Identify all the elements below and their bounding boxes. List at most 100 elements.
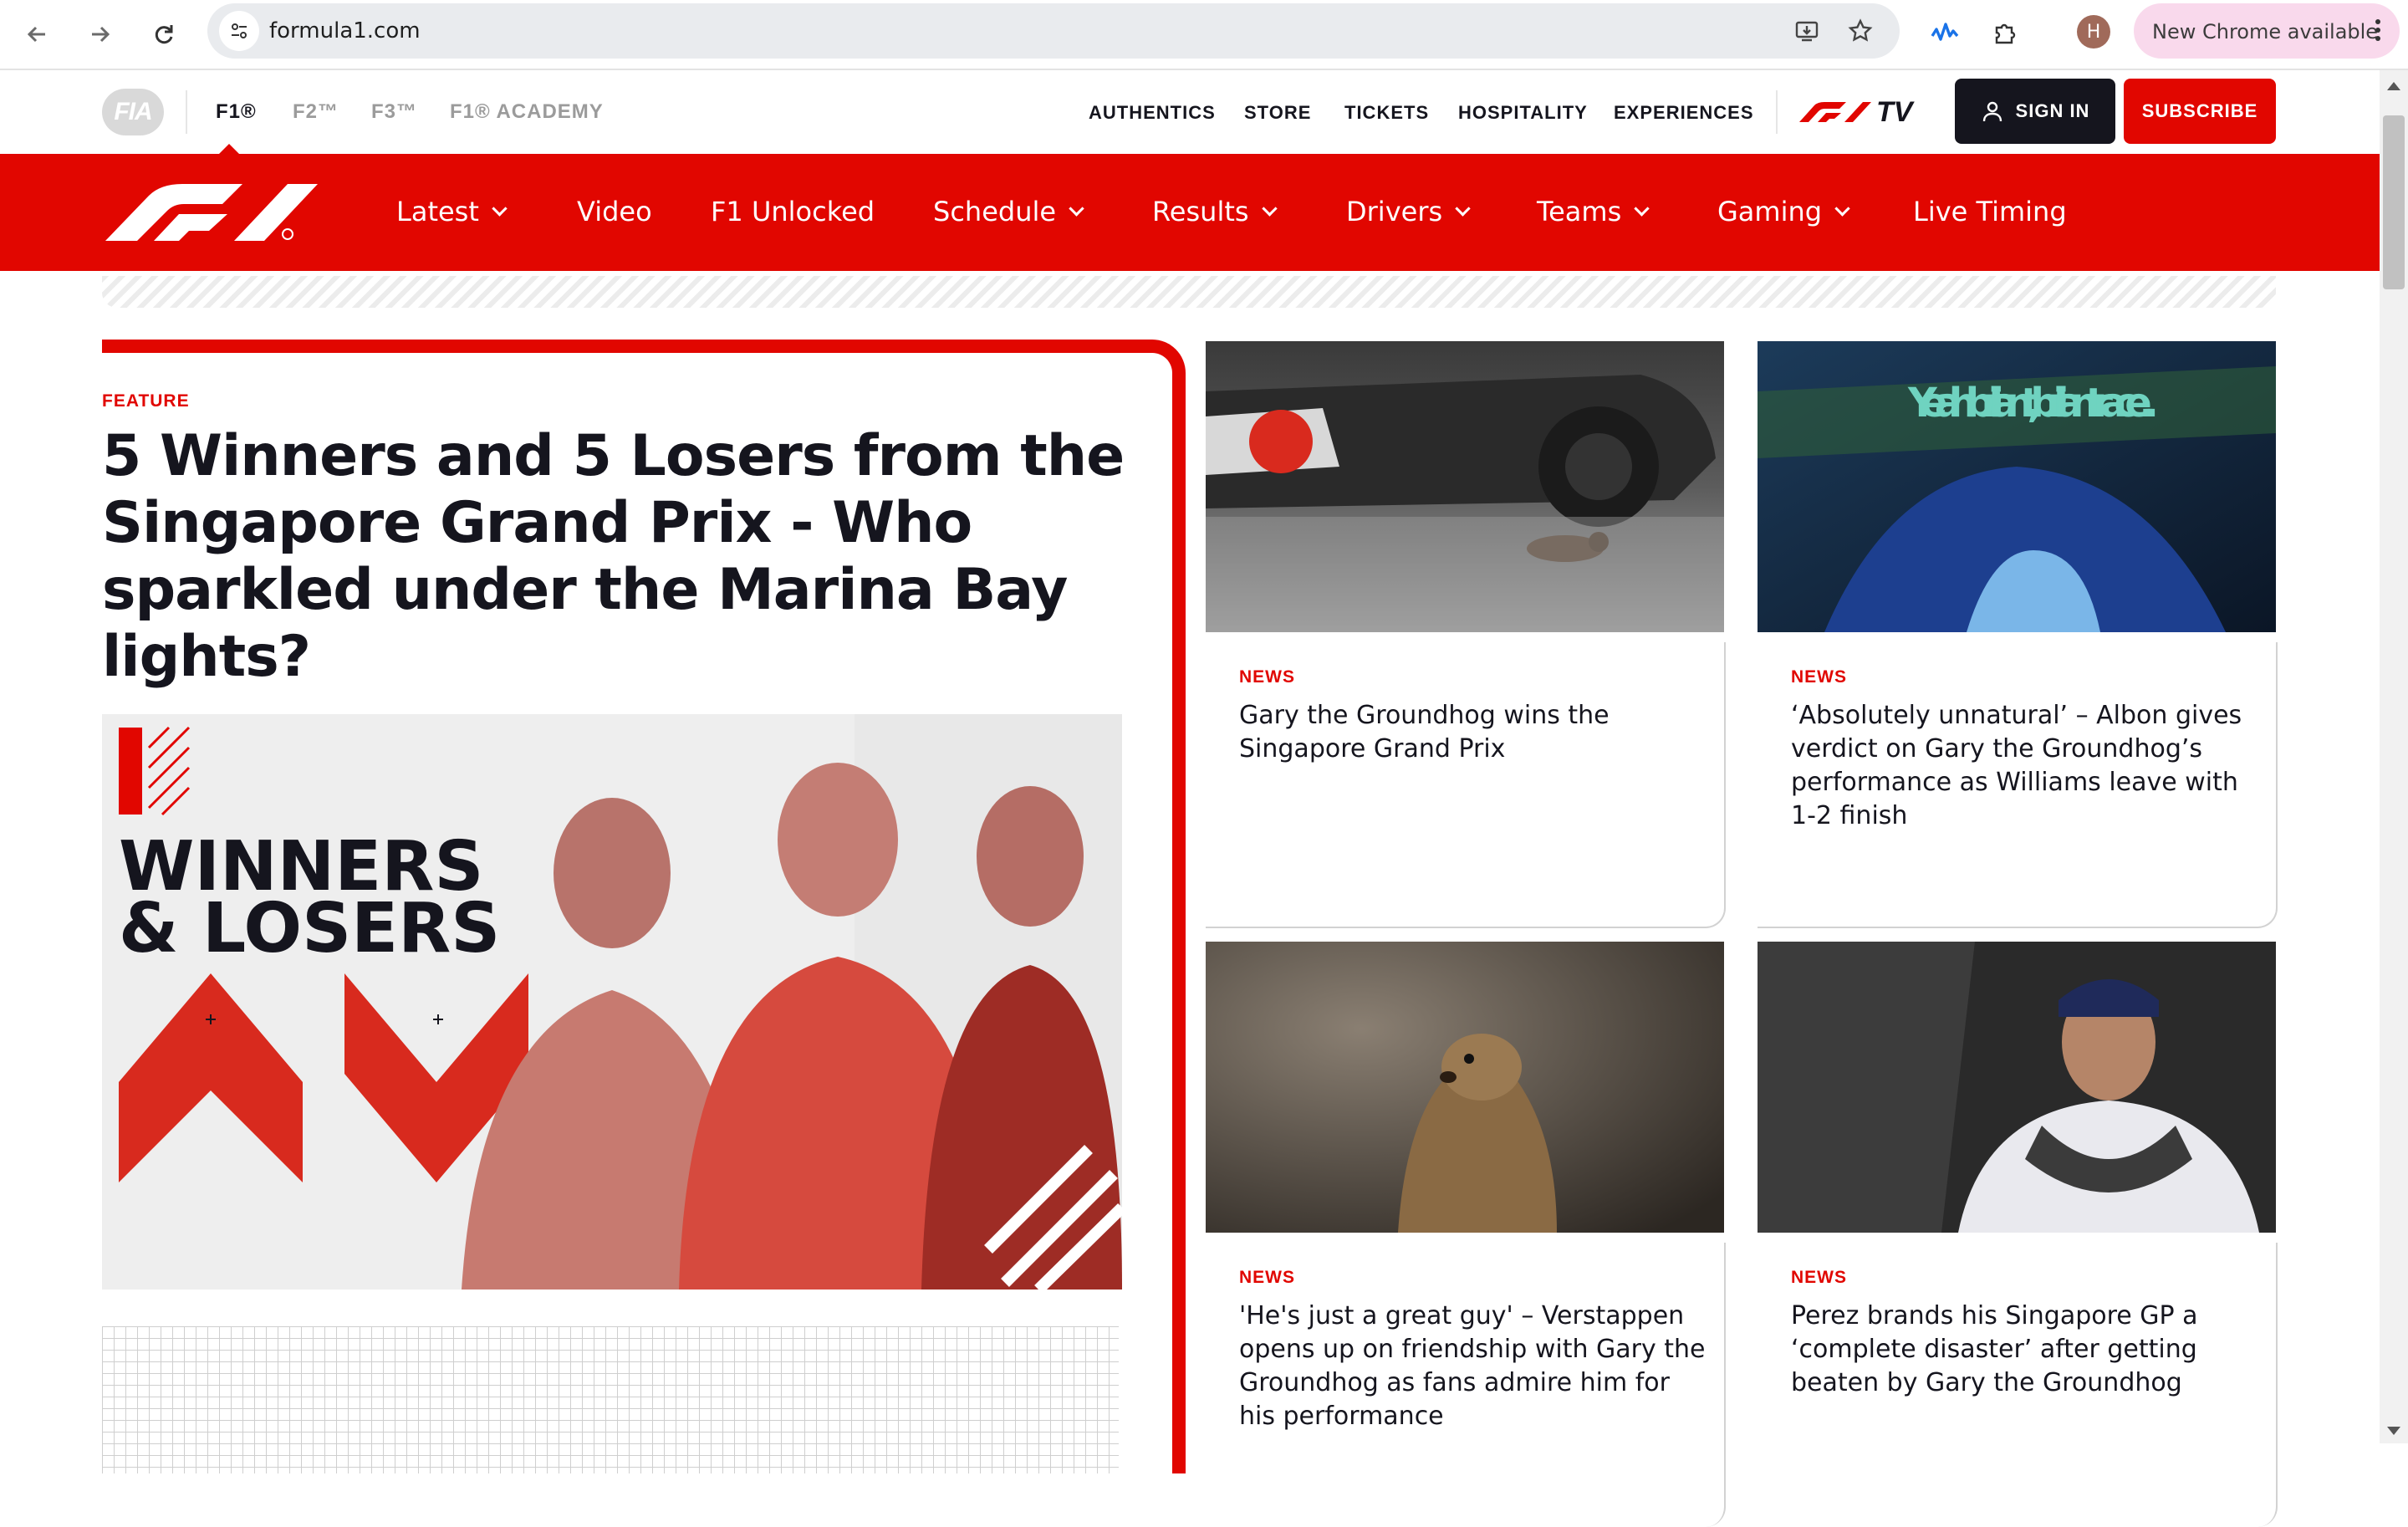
chevron-down-icon [1834, 200, 1850, 217]
news-card-body: NEWS Gary the Groundhog wins the Singapo… [1206, 642, 1726, 928]
scroll-down-arrow-icon[interactable] [2387, 1427, 2400, 1435]
scroll-thumb[interactable] [2383, 115, 2405, 289]
tune-icon [232, 23, 247, 38]
url-text[interactable]: formula1.com [269, 18, 421, 43]
puzzle-icon [1995, 23, 2016, 44]
menu-latest[interactable]: Latest [396, 196, 508, 227]
chevron-down-icon [1455, 200, 1471, 217]
groundhog-photo [1206, 942, 1724, 1233]
menu-live-timing[interactable]: Live Timing [1913, 196, 2067, 227]
news-headline[interactable]: ‘Absolutely unnatural’ – Albon gives ver… [1791, 699, 2259, 833]
menu-schedule[interactable]: Schedule [933, 196, 1084, 227]
forward-button[interactable] [80, 14, 120, 54]
chevron-down-icon [1069, 200, 1084, 217]
series-tab-f1[interactable]: F1® [216, 100, 257, 124]
news-card-image[interactable] [1206, 942, 1724, 1233]
f1tv-label: TV [1876, 95, 1913, 128]
menu-teams-label: Teams [1537, 196, 1622, 227]
feature-headline[interactable]: 5 Winners and 5 Losers from the Singapor… [102, 423, 1130, 691]
f1tv-link[interactable]: TV [1796, 92, 1912, 132]
chevron-down-icon [1261, 200, 1278, 217]
news-card[interactable]: Yeah brilliant, brilliant race... NEWS ‘… [1758, 341, 2278, 928]
new-chrome-label: New Chrome available [2152, 20, 2379, 43]
divider [1776, 90, 1778, 134]
bookmark-button[interactable] [1843, 13, 1878, 49]
news-card-image[interactable]: Yeah brilliant, brilliant race... [1758, 341, 2276, 632]
page-scrollbar[interactable] [2380, 70, 2408, 1443]
sign-in-button[interactable]: SIGN IN [1955, 79, 2115, 144]
reload-button[interactable] [144, 14, 184, 54]
back-arrow-icon [27, 26, 45, 43]
series-tab-f3[interactable]: F3™ [371, 100, 417, 124]
news-headline[interactable]: 'He's just a great guy' – Verstappen ope… [1239, 1300, 1707, 1433]
new-chrome-available-button[interactable]: New Chrome available [2134, 3, 2400, 59]
menu-gaming[interactable]: Gaming [1717, 196, 1850, 227]
news-card[interactable]: NEWS Perez brands his Singapore GP a ‘co… [1758, 942, 2278, 1527]
news-card-image[interactable] [1758, 942, 2276, 1233]
menu-teams[interactable]: Teams [1537, 196, 1650, 227]
site-info-button[interactable] [219, 11, 259, 51]
menu-drivers[interactable]: Drivers [1346, 196, 1471, 227]
menu-drivers-label: Drivers [1346, 196, 1443, 227]
onboard-overlay-text: Yeah brilliant, brilliant race... [1907, 380, 2159, 426]
nav-hospitality[interactable]: HOSPITALITY [1458, 102, 1588, 124]
winners-losers-artwork: WINNERS & LOSERS [102, 714, 1122, 1290]
news-kicker: NEWS [1239, 667, 1295, 687]
divider [186, 90, 187, 134]
active-series-indicator [219, 144, 239, 154]
news-card-body: NEWS 'He's just a great guy' – Verstappe… [1206, 1243, 1726, 1527]
fia-logo[interactable]: FIA [102, 89, 164, 135]
news-card-body: NEWS Perez brands his Singapore GP a ‘co… [1758, 1243, 2278, 1527]
feature-article-card[interactable]: FEATURE 5 Winners and 5 Losers from the … [102, 340, 1186, 1473]
nav-store[interactable]: STORE [1244, 102, 1311, 124]
main-navigation: Latest Video F1 Unlocked Schedule Result… [0, 154, 2380, 271]
chevron-down-icon [1634, 200, 1650, 217]
utility-bar: FIA F1® F2™ F3™ F1® ACADEMY AUTHENTICS S… [0, 70, 2380, 154]
menu-video-label: Video [577, 196, 652, 227]
forward-arrow-icon [92, 26, 110, 43]
nav-experiences[interactable]: EXPERIENCES [1614, 102, 1754, 124]
news-kicker: NEWS [1791, 1268, 1847, 1287]
install-app-button[interactable] [1789, 13, 1824, 49]
onboard-camera-photo: Yeah brilliant, brilliant race... [1758, 341, 2276, 632]
reload-icon [155, 25, 173, 44]
image-text-losers: & LOSERS [119, 889, 500, 968]
extensions-menu-button[interactable] [1985, 13, 2025, 54]
f1-logo-small [1799, 102, 1871, 122]
star-icon [1848, 18, 1873, 42]
back-button[interactable] [17, 14, 57, 54]
menu-video[interactable]: Video [577, 196, 652, 227]
address-bar[interactable]: formula1.com [207, 3, 1900, 59]
news-headline[interactable]: Perez brands his Singapore GP a ‘complet… [1791, 1300, 2259, 1400]
chevron-down-icon [492, 200, 508, 217]
extension-button[interactable] [1925, 13, 1965, 54]
news-headline[interactable]: Gary the Groundhog wins the Singapore Gr… [1239, 699, 1707, 766]
subscribe-button[interactable]: SUBSCRIBE [2124, 79, 2276, 144]
sign-in-label: SIGN IN [2015, 100, 2090, 121]
wave-extension-icon [1931, 23, 1959, 41]
decorative-grid [102, 1326, 1119, 1473]
profile-avatar[interactable]: H [2077, 15, 2110, 49]
series-tab-f1-academy[interactable]: F1® ACADEMY [450, 100, 604, 124]
menu-gaming-label: Gaming [1717, 196, 1823, 227]
news-card[interactable]: NEWS 'He's just a great guy' – Verstappe… [1206, 942, 1726, 1527]
feature-image[interactable]: WINNERS & LOSERS [102, 714, 1122, 1290]
more-menu-icon [2375, 19, 2380, 41]
subscribe-label: SUBSCRIBE [2141, 100, 2258, 121]
series-tab-f2[interactable]: F2™ [293, 100, 339, 124]
browser-toolbar: formula1.com H New Chrome available [0, 0, 2408, 70]
menu-results[interactable]: Results [1152, 196, 1278, 227]
user-icon [1982, 101, 2002, 122]
race-car-photo [1206, 341, 1724, 632]
scroll-up-arrow-icon[interactable] [2387, 82, 2400, 90]
feature-kicker: FEATURE [102, 391, 190, 411]
menu-f1-unlocked-label: F1 Unlocked [711, 196, 875, 227]
menu-live-timing-label: Live Timing [1913, 196, 2067, 227]
news-kicker: NEWS [1239, 1268, 1295, 1287]
menu-f1-unlocked[interactable]: F1 Unlocked [711, 196, 875, 227]
f1-logo[interactable] [102, 182, 321, 243]
nav-authentics[interactable]: AUTHENTICS [1089, 102, 1216, 124]
nav-tickets[interactable]: TICKETS [1344, 102, 1429, 124]
news-card[interactable]: NEWS Gary the Groundhog wins the Singapo… [1206, 341, 1726, 928]
news-card-image[interactable] [1206, 341, 1724, 632]
